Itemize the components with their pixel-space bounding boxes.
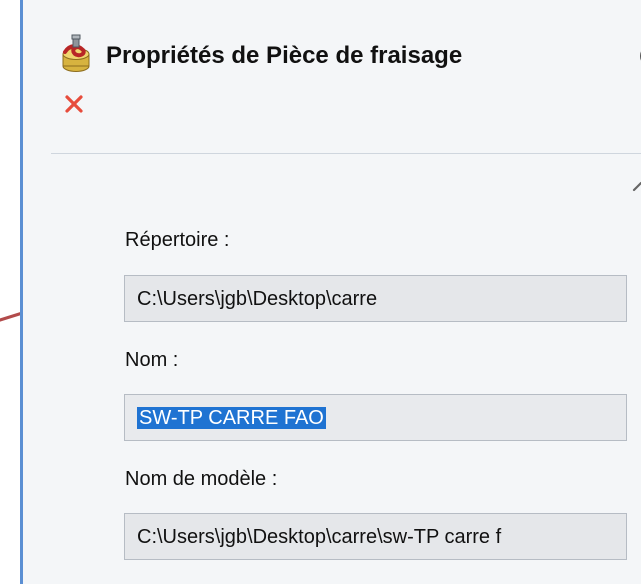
nom-field[interactable]: SW-TP CARRE FAO	[124, 394, 627, 441]
repertoire-value: C:\Users\jgb\Desktop\carre	[137, 288, 378, 310]
nom-modele-field[interactable]: C:\Users\jgb\Desktop\carre\sw-TP carre f	[124, 513, 627, 560]
milling-part-icon	[62, 34, 90, 72]
nom-modele-value: C:\Users\jgb\Desktop\carre\sw-TP carre f	[137, 526, 502, 548]
properties-panel: Propriétés de Pièce de fraisage Répertoi…	[20, 0, 641, 584]
repertoire-field[interactable]: C:\Users\jgb\Desktop\carre	[124, 275, 627, 322]
page: Propriétés de Pièce de fraisage Répertoi…	[0, 0, 641, 584]
nom-value: SW-TP CARRE FAO	[137, 407, 326, 429]
nom-modele-label: Nom de modèle :	[125, 468, 278, 490]
close-icon[interactable]	[63, 93, 85, 115]
section-divider	[51, 153, 641, 154]
panel-title: Propriétés de Pièce de fraisage	[106, 42, 463, 69]
nom-label: Nom :	[125, 349, 179, 371]
repertoire-label: Répertoire :	[125, 229, 230, 251]
panel-header: Propriétés de Pièce de fraisage	[51, 16, 641, 76]
chevron-up-icon[interactable]	[629, 176, 641, 196]
